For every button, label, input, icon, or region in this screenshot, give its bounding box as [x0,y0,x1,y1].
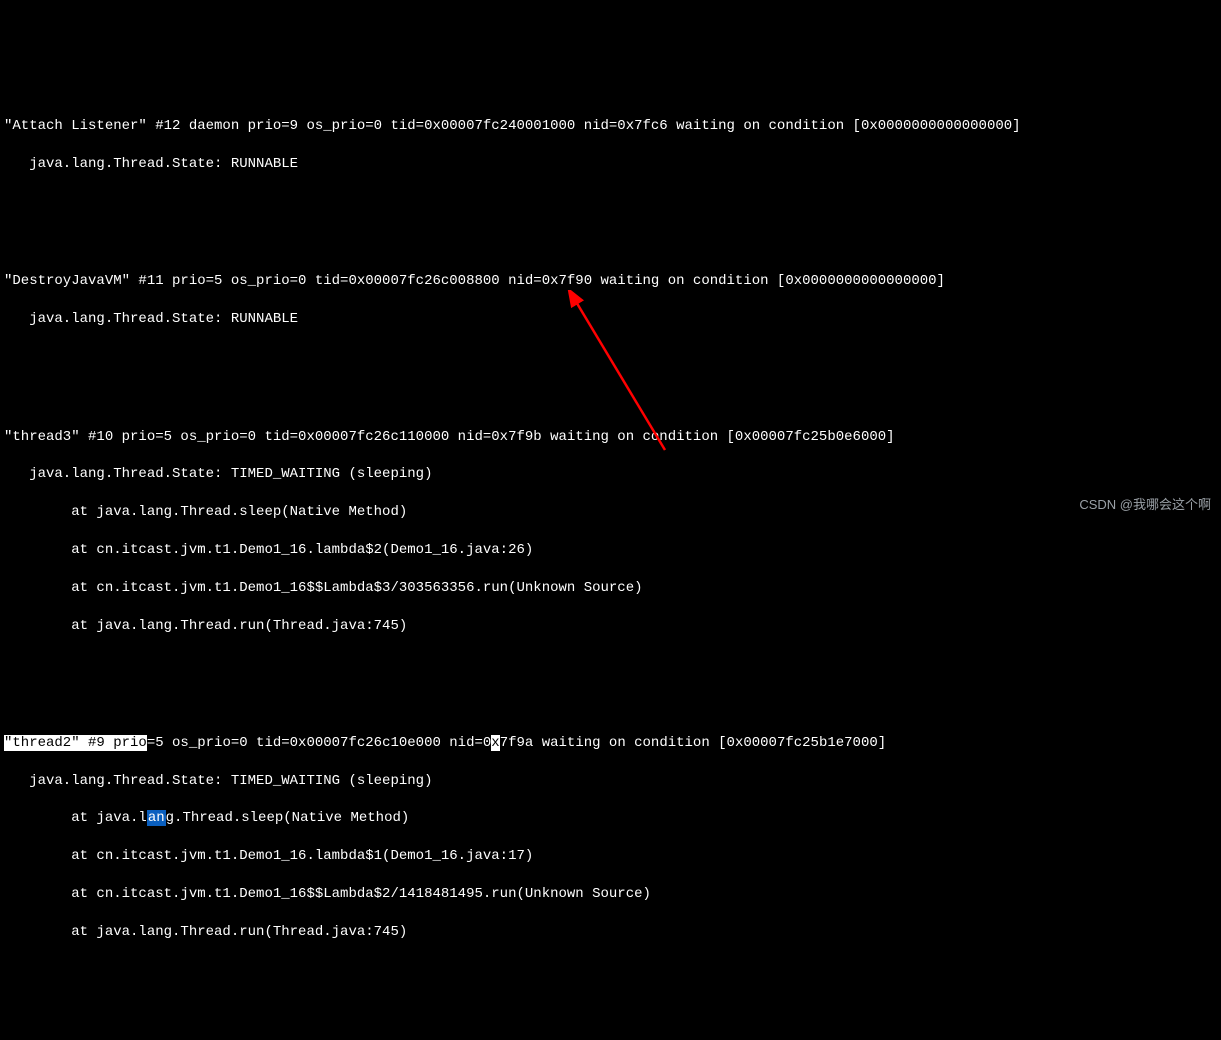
thread-header: "thread2" #9 prio=5 os_prio=0 tid=0x0000… [4,734,1221,753]
thread-state: java.lang.Thread.State: TIMED_WAITING (s… [4,465,1221,484]
thread-block: "thread3" #10 prio=5 os_prio=0 tid=0x000… [4,409,1221,655]
text-selection[interactable]: "thread2" #9 prio [4,735,147,751]
cursor-marker: x [491,735,499,751]
stack-frame: at cn.itcast.jvm.t1.Demo1_16.lambda$1(De… [4,847,1221,866]
stack-frame: at cn.itcast.jvm.t1.Demo1_16$$Lambda$2/1… [4,885,1221,904]
thread-block: "thread2" #9 prio=5 os_prio=0 tid=0x0000… [4,715,1221,961]
thread-state: java.lang.Thread.State: RUNNABLE [4,310,1221,329]
stack-text: g.Thread.sleep(Native Method) [166,810,410,826]
watermark-text: CSDN @我哪会这个啊 [1079,496,1211,514]
stack-frame: at java.lang.Thread.run(Thread.java:745) [4,617,1221,636]
thread-header-text: 7f9a waiting on condition [0x00007fc25b1… [500,735,886,751]
stack-frame: at java.lang.Thread.sleep(Native Method) [4,809,1221,828]
thread-header: "thread3" #10 prio=5 os_prio=0 tid=0x000… [4,428,1221,447]
stack-text: at java.l [4,810,147,826]
thread-block: "Attach Listener" #12 daemon prio=9 os_p… [4,98,1221,192]
thread-header-text: =5 os_prio=0 tid=0x00007fc26c10e000 nid=… [147,735,491,751]
stack-frame: at java.lang.Thread.sleep(Native Method) [4,503,1221,522]
thread-state: java.lang.Thread.State: TIMED_WAITING (s… [4,772,1221,791]
cursor-marker: an [147,810,166,826]
stack-frame: at cn.itcast.jvm.t1.Demo1_16$$Lambda$3/3… [4,579,1221,598]
thread-state: java.lang.Thread.State: RUNNABLE [4,155,1221,174]
thread-block: "thread1" #8 prio=5 os_prio=0 tid=0x0000… [4,1021,1221,1040]
stack-frame: at java.lang.Thread.run(Thread.java:745) [4,923,1221,942]
thread-block: "DestroyJavaVM" #11 prio=5 os_prio=0 tid… [4,254,1221,348]
stack-frame: at cn.itcast.jvm.t1.Demo1_16.lambda$2(De… [4,541,1221,560]
thread-header: "Attach Listener" #12 daemon prio=9 os_p… [4,117,1221,136]
thread-header: "DestroyJavaVM" #11 prio=5 os_prio=0 tid… [4,272,1221,291]
